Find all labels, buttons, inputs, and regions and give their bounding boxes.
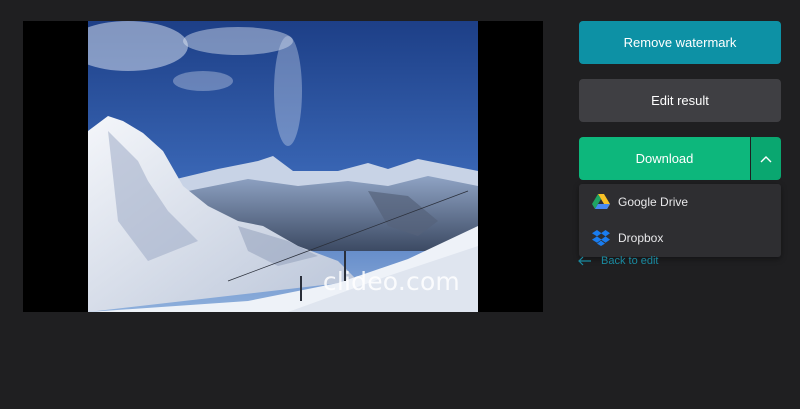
watermark-text: clideo.com (322, 267, 460, 296)
video-preview: clideo.com (23, 21, 543, 312)
menu-item-label: Google Drive (618, 195, 689, 209)
remove-watermark-button[interactable]: Remove watermark (579, 21, 781, 64)
back-to-edit-link[interactable]: Back to edit (578, 255, 658, 267)
download-options-toggle[interactable] (751, 137, 781, 180)
back-to-edit-label: Back to edit (601, 255, 659, 267)
menu-item-google-drive[interactable]: Google Drive (579, 184, 781, 220)
dropbox-icon (592, 229, 610, 247)
preview-image: clideo.com (88, 21, 478, 312)
edit-result-button[interactable]: Edit result (579, 79, 781, 122)
download-options-menu: Google Drive Dropbox (579, 184, 781, 257)
menu-item-dropbox[interactable]: Dropbox (579, 220, 781, 256)
chevron-up-icon (760, 150, 772, 168)
menu-item-label: Dropbox (618, 231, 664, 245)
google-drive-icon (592, 193, 610, 211)
download-button-group: Download (579, 137, 781, 180)
download-button[interactable]: Download (579, 137, 750, 180)
arrow-left-icon (578, 256, 592, 266)
